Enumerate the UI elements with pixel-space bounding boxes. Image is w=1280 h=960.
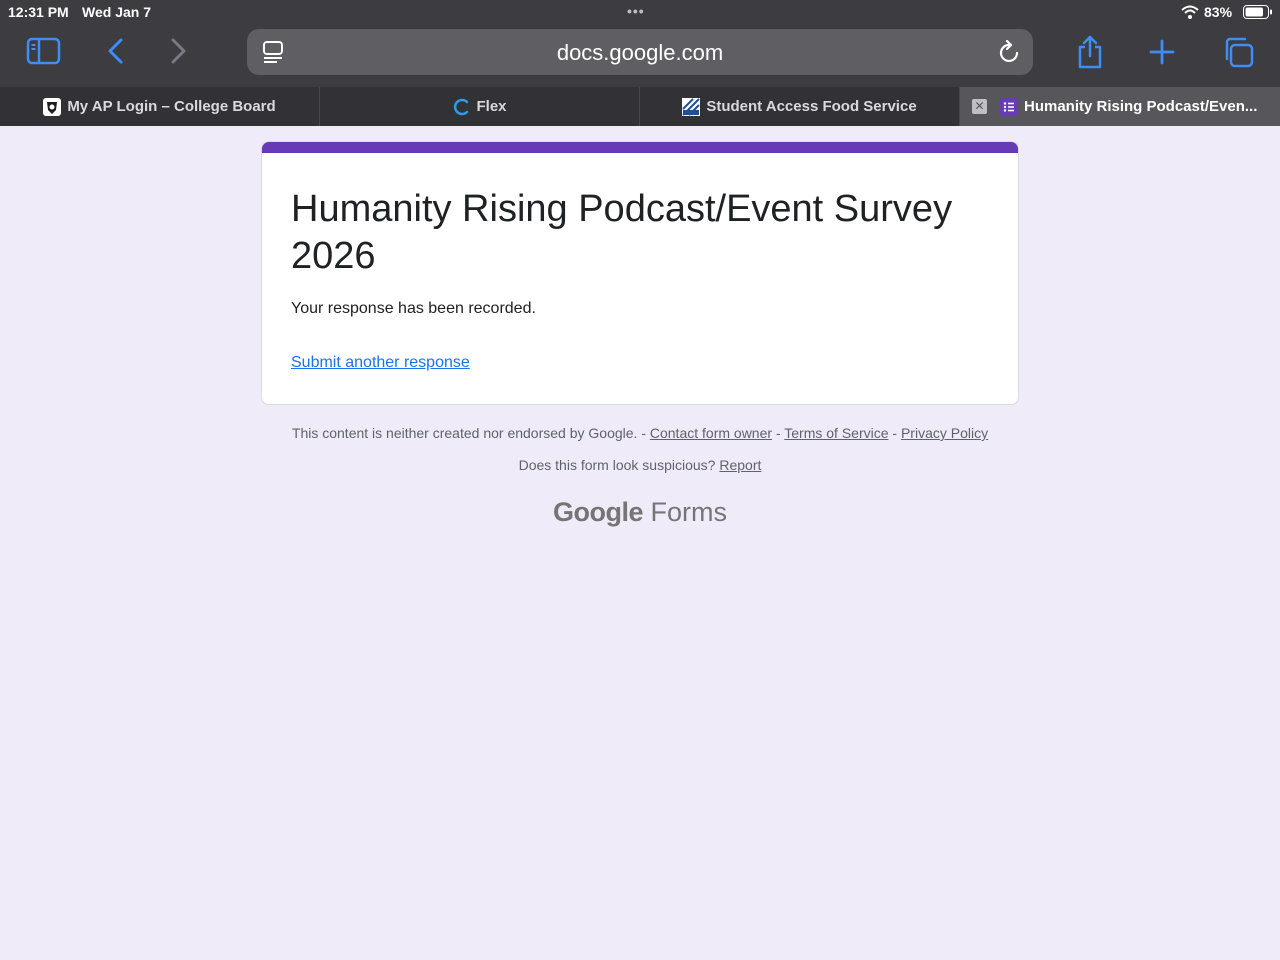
confirmation-message: Your response has been recorded.: [291, 300, 536, 317]
food-service-icon: [682, 97, 701, 116]
form-title: Humanity Rising Podcast/Event Survey 202…: [291, 188, 953, 277]
tab-humanity-rising[interactable]: ✕ Humanity Rising Podcast/Even...: [960, 87, 1280, 126]
battery-percent: 83%: [1204, 4, 1233, 20]
form-card: Humanity Rising Podcast/Event Survey 202…: [261, 141, 1019, 405]
privacy-policy-link[interactable]: Privacy Policy: [901, 425, 988, 441]
tab-flex[interactable]: Flex: [320, 87, 640, 126]
suspicious-text: Does this form look suspicious?: [518, 457, 716, 473]
chevron-left-icon: [108, 38, 123, 64]
tab-label: Flex: [476, 98, 507, 115]
tab-college-board[interactable]: My AP Login – College Board: [0, 87, 320, 126]
form-accent-stripe: [262, 142, 1018, 153]
url-text[interactable]: docs.google.com: [247, 40, 1033, 66]
submit-another-response-link[interactable]: Submit another response: [291, 354, 470, 372]
contact-form-owner-link[interactable]: Contact form owner: [650, 425, 772, 441]
sidebar-toggle-button[interactable]: [26, 36, 62, 66]
google-forms-logo[interactable]: Google Forms: [0, 497, 1280, 528]
report-link[interactable]: Report: [719, 457, 761, 473]
multitasking-dots-icon[interactable]: •••: [627, 3, 645, 19]
terms-of-service-link[interactable]: Terms of Service: [784, 425, 888, 441]
status-time: 12:31 PM: [8, 4, 69, 20]
footer-report: Does this form look suspicious? Report: [0, 457, 1280, 473]
reload-icon[interactable]: [997, 39, 1021, 65]
forward-button[interactable]: [166, 36, 192, 66]
status-date: Wed Jan 7: [82, 4, 151, 20]
separator: -: [775, 425, 781, 441]
separator: -: [892, 425, 898, 441]
college-board-icon: [43, 97, 62, 116]
tab-overview-button[interactable]: [1220, 35, 1256, 69]
close-tab-icon[interactable]: ✕: [972, 99, 987, 114]
new-tab-button[interactable]: [1146, 36, 1178, 68]
logo-forms-text: Forms: [650, 497, 728, 527]
tab-food-service[interactable]: Student Access Food Service: [640, 87, 960, 126]
browser-chrome: 12:31 PM Wed Jan 7 ••• 83% docs.google.c…: [0, 0, 1280, 87]
wifi-icon: [1181, 5, 1199, 19]
tab-label: Humanity Rising Podcast/Even...: [1024, 98, 1258, 115]
plus-icon: [1149, 39, 1175, 65]
address-bar[interactable]: docs.google.com: [247, 29, 1033, 75]
battery-icon: [1243, 5, 1272, 19]
logo-google-text: Google: [552, 497, 644, 527]
chevron-right-icon: [171, 38, 186, 64]
share-button[interactable]: [1074, 34, 1106, 70]
sidebar-icon: [26, 37, 61, 65]
share-icon: [1078, 35, 1102, 69]
tab-label: Student Access Food Service: [706, 98, 917, 115]
disclaimer-text: This content is neither created nor endo…: [291, 425, 646, 441]
status-bar: 12:31 PM Wed Jan 7 ••• 83%: [0, 0, 1280, 24]
tabs-icon: [1225, 37, 1254, 68]
tab-label: My AP Login – College Board: [67, 98, 276, 115]
tab-strip: My AP Login – College Board Flex Student…: [0, 87, 1280, 126]
google-forms-icon: [1000, 97, 1018, 116]
footer-disclaimer: This content is neither created nor endo…: [0, 425, 1280, 441]
back-button[interactable]: [102, 36, 128, 66]
flex-icon: [454, 98, 469, 115]
